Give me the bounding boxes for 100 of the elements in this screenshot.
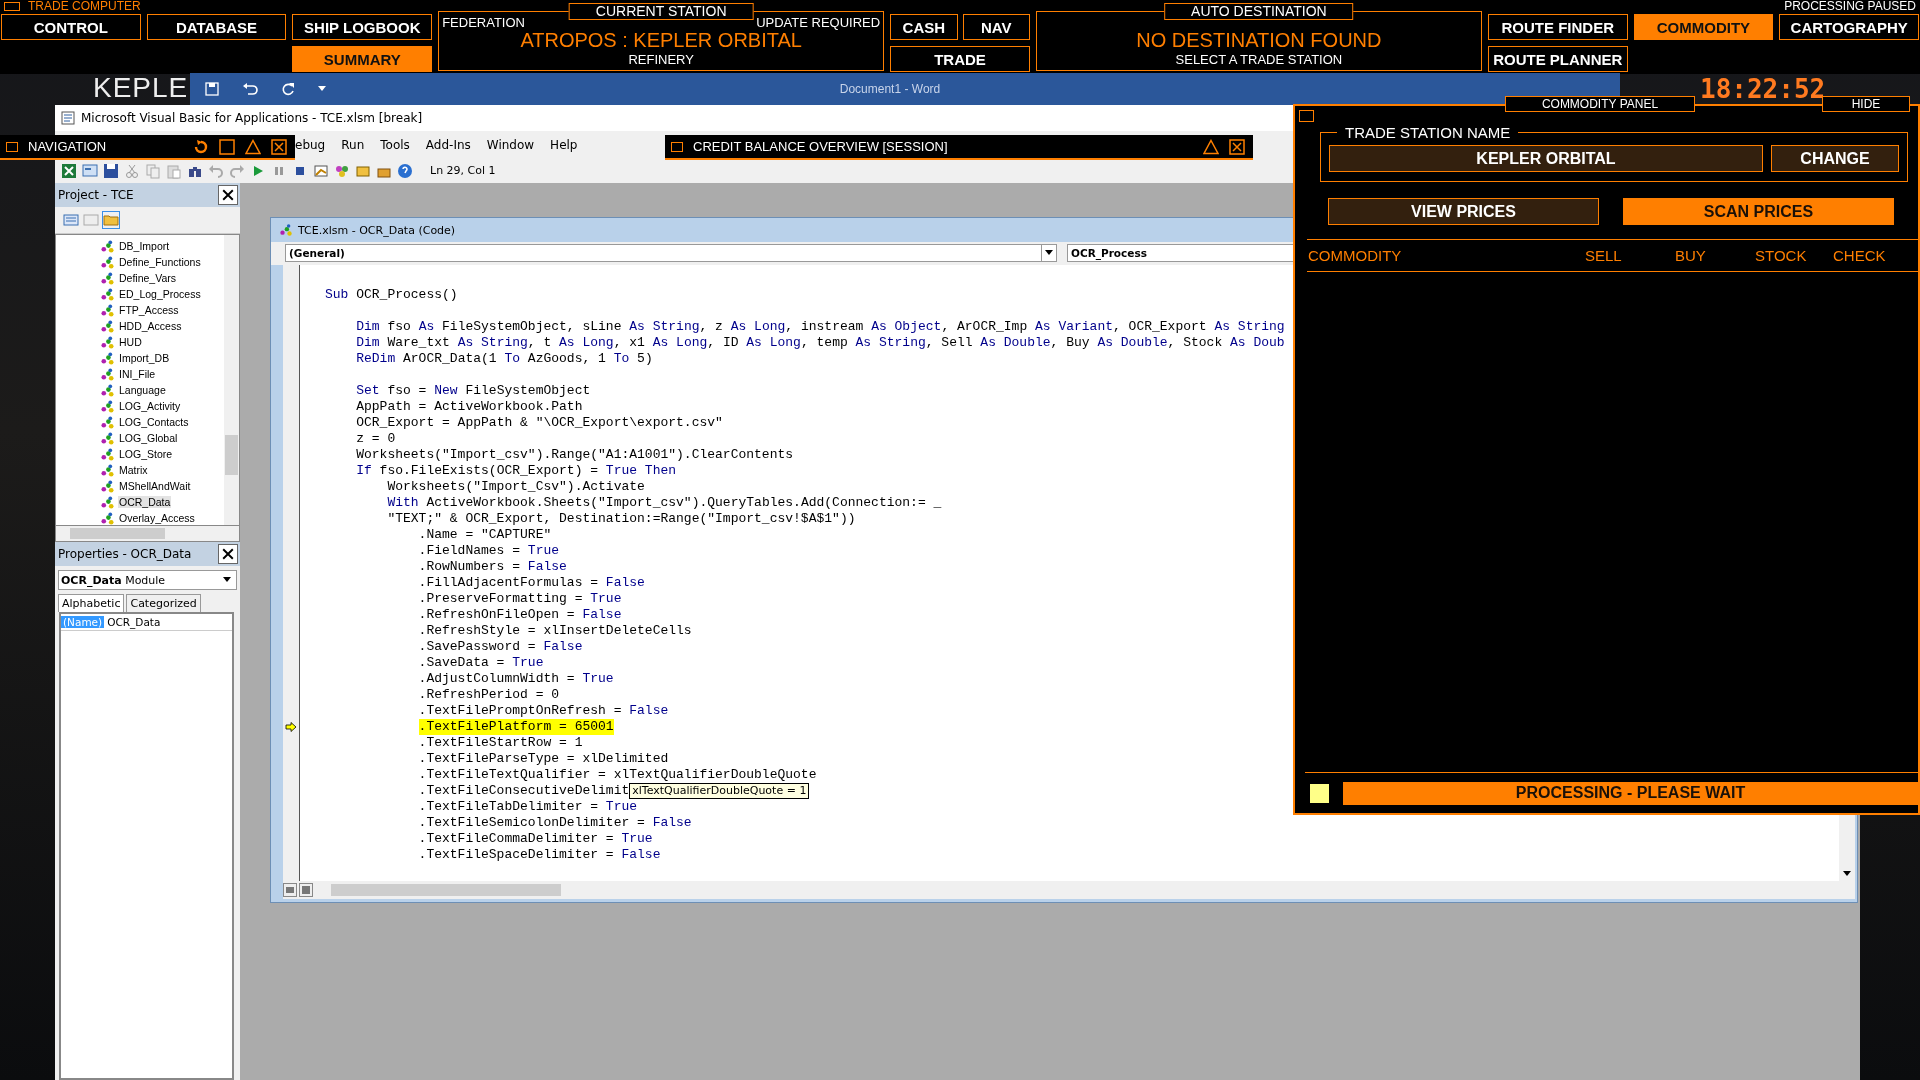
module-item[interactable]: HUD (118, 336, 143, 348)
code-line: AppPath = ActiveWorkbook.Path (356, 399, 583, 415)
module-icon (100, 303, 115, 317)
warning-icon[interactable] (245, 138, 261, 155)
code-line: .Name = "CAPTURE" (418, 527, 552, 543)
module-item[interactable]: DB_Import (118, 240, 171, 252)
module-item[interactable]: Matrix (118, 464, 149, 476)
change-button[interactable]: CHANGE (1771, 145, 1899, 172)
module-icon (100, 399, 115, 413)
pane-title: Project - TCE (58, 188, 134, 202)
close-button[interactable] (218, 544, 238, 564)
undo-icon[interactable] (242, 82, 258, 96)
save-icon[interactable] (204, 82, 220, 96)
nav-button[interactable]: COMMODITY (1633, 14, 1774, 40)
module-item[interactable]: LOG_Store (118, 448, 174, 460)
redo-icon[interactable] (280, 82, 296, 96)
code-line: Worksheets("Import_csv").Range("A1:A1001").ClearContents (356, 447, 794, 463)
close-icon[interactable] (1229, 138, 1245, 155)
module-item[interactable]: Define_Vars (118, 272, 177, 284)
scrollbar[interactable] (55, 526, 240, 542)
module-item[interactable]: OCR_Data (118, 496, 172, 508)
code-line: .TextFilePromptOnRefresh = False (418, 703, 669, 719)
code-line: .FieldNames = True (418, 543, 560, 559)
app-title: TRADE COMPUTER (28, 0, 141, 13)
save-icon[interactable] (103, 162, 119, 179)
folder-icon[interactable] (103, 212, 119, 228)
module-icon (100, 335, 115, 349)
window-icon (4, 2, 20, 11)
help-icon[interactable] (397, 162, 413, 179)
action-button[interactable]: VIEW PRICES (1328, 198, 1599, 225)
module-icon (279, 223, 293, 237)
code-line: .TextFileTextQualifier = xlTextQualifierDoubleQuote (418, 767, 817, 783)
module-item[interactable]: LOG_Global (118, 432, 179, 444)
nav-button[interactable]: SHIP LOGBOOK (292, 14, 433, 40)
module-item[interactable]: FTP_Access (118, 304, 180, 316)
station-name-field[interactable]: KEPLER ORBITAL (1329, 145, 1763, 172)
object-dropdown[interactable]: (General) (285, 244, 1057, 262)
code-line: .RefreshStyle = xlInsertDeleteCells (418, 623, 692, 639)
module-item[interactable]: INI_File (118, 368, 157, 380)
caret-icon[interactable] (318, 86, 326, 92)
object-dropdown[interactable]: OCR_Data Module (58, 570, 237, 590)
nav-button[interactable]: ROUTE FINDER (1487, 14, 1628, 40)
scrollbar[interactable] (224, 235, 239, 525)
module-icon (100, 271, 115, 285)
property-value[interactable]: OCR_Data (104, 616, 161, 628)
module-icon (100, 463, 115, 477)
code-line: .RefreshPeriod = 0 (418, 687, 560, 703)
action-button[interactable]: SCAN PRICES (1623, 198, 1894, 225)
module-item[interactable]: LOG_Activity (118, 400, 182, 412)
module-item[interactable]: HDD_Access (118, 320, 183, 332)
maximize-icon[interactable] (219, 138, 235, 155)
module-item[interactable]: MShellAndWait (118, 480, 192, 492)
code-line: With ActiveWorkbook.Sheets("Import_csv").QueryTables.Add(Connection:= _ (387, 495, 942, 511)
module-icon (100, 447, 115, 461)
nav-button[interactable]: TRADE (890, 46, 1030, 72)
code-line: OCR_Export = AppPath & "\OCR_Export\export.csv" (356, 415, 723, 431)
nav-button[interactable]: CARTOGRAPHY (1779, 14, 1920, 40)
close-icon[interactable] (271, 138, 287, 155)
menu-item[interactable]: Tools (380, 137, 410, 152)
close-button[interactable] (218, 185, 238, 205)
module-icon (100, 383, 115, 397)
module-item[interactable]: Import_DB (118, 352, 171, 364)
form-icon[interactable] (82, 162, 98, 179)
code-line: .TextFileParseType = xlDelimited (418, 751, 669, 767)
code-line: .PreserveFormatting = True (418, 591, 622, 607)
faction-label: FEDERATION (442, 15, 525, 30)
nav-button[interactable]: CASH (890, 14, 958, 40)
module-view-icon[interactable] (299, 883, 313, 897)
nav-button[interactable]: DATABASE (146, 14, 287, 40)
module-icon (100, 239, 115, 253)
refresh-icon[interactable] (193, 138, 209, 155)
menu-item[interactable]: Window (486, 137, 535, 152)
excel-icon[interactable] (61, 162, 77, 179)
nav-button[interactable]: ROUTE PLANNER (1487, 46, 1628, 72)
warning-icon[interactable] (1203, 138, 1219, 155)
menu-item[interactable]: Run (341, 137, 365, 152)
scroll-down-icon[interactable] (1843, 871, 1851, 877)
column-header: STOCK (1755, 247, 1808, 264)
nav-button[interactable]: SUMMARY (292, 46, 433, 72)
code-line: .TextFileSemicolonDelimiter = False (418, 815, 692, 831)
tab[interactable]: Alphabetic (58, 594, 125, 612)
procedure-view-icon[interactable] (283, 883, 297, 897)
code-line: .SaveData = True (418, 655, 544, 671)
hide-button[interactable]: HIDE (1822, 96, 1910, 112)
menu-item[interactable]: ebug (295, 137, 326, 152)
module-item[interactable]: LOG_Contacts (118, 416, 190, 428)
module-item[interactable]: Overlay_Access (118, 512, 196, 524)
tooltip: xlTextQualifierDoubleQuote = 1 (629, 783, 810, 799)
nav-button[interactable]: NAV (962, 14, 1030, 40)
menu-item[interactable]: Help (550, 137, 578, 152)
menu-item[interactable]: Add-Ins (425, 137, 471, 152)
status-bar: PROCESSING - PLEASE WAIT (1343, 781, 1918, 805)
subline-text: SELECT A TRADE STATION (1174, 52, 1344, 67)
module-item[interactable]: Language (118, 384, 167, 396)
tab[interactable]: Categorized (126, 594, 201, 612)
module-item[interactable]: Define_Functions (118, 256, 202, 268)
panel-title: COMMODITY PANEL (1505, 96, 1695, 112)
module-item[interactable]: ED_Log_Process (118, 288, 202, 300)
nav-button[interactable]: CONTROL (1, 14, 141, 40)
design-icon[interactable] (313, 162, 329, 179)
